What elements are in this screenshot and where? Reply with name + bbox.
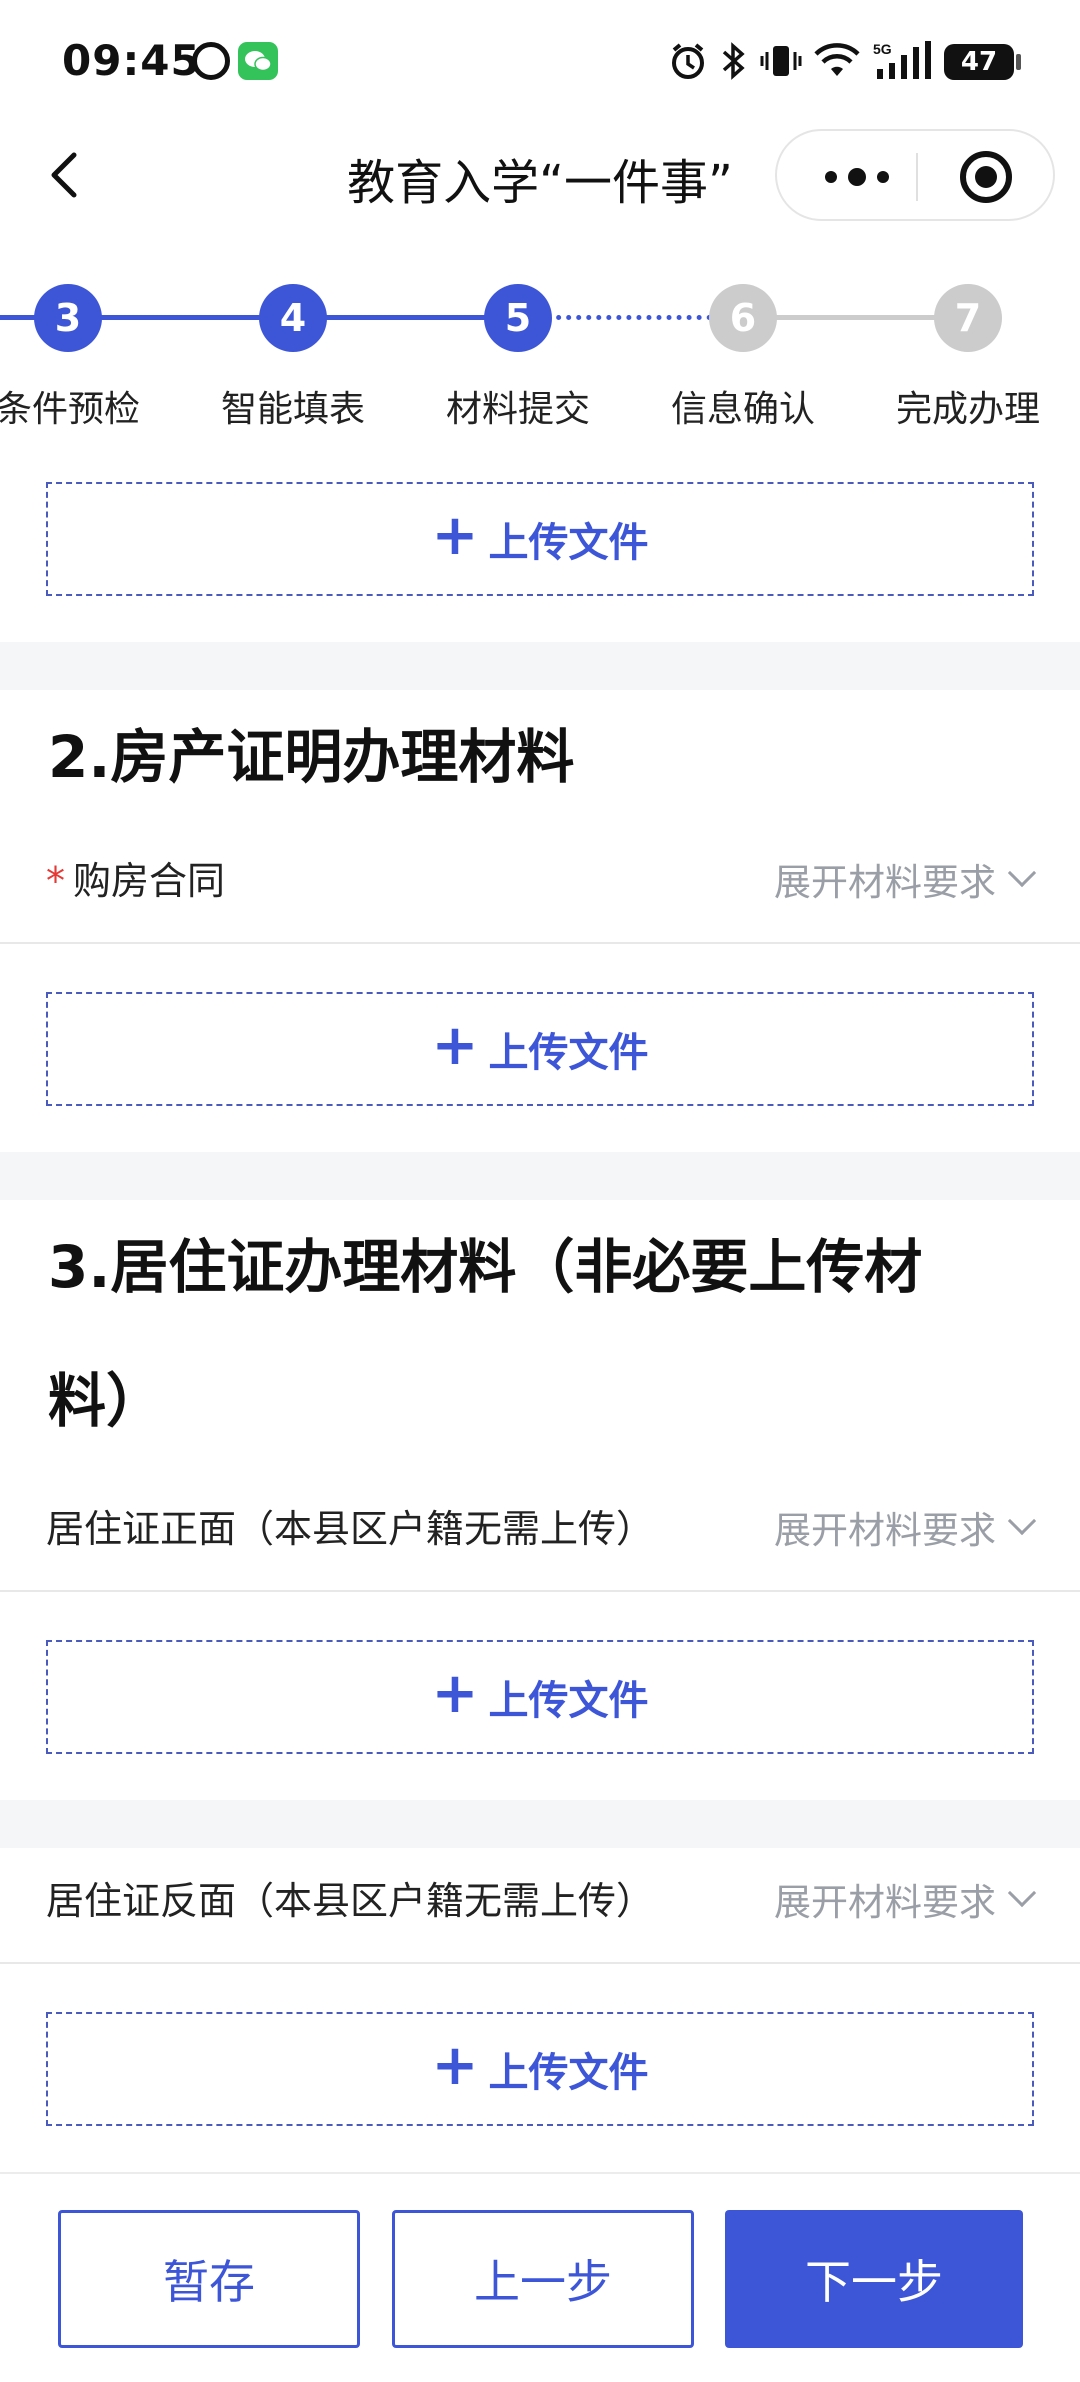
step-3-circle: 3 bbox=[34, 284, 102, 352]
material-item-purchase-contract: * 购房合同 展开材料要求 bbox=[0, 840, 1080, 920]
upload-label: 上传文件 bbox=[488, 520, 649, 566]
expand-requirements-button[interactable]: 展开材料要求 bbox=[774, 852, 1037, 906]
more-button[interactable] bbox=[817, 157, 897, 197]
wechat-icon bbox=[238, 42, 278, 80]
upload-label: 上传文件 bbox=[488, 1030, 649, 1076]
step-progress: 3 4 5 6 7 条件预检 智能填表 材料提交 信息确认 完成办理 bbox=[0, 280, 1080, 440]
step-3-label: 条件预检 bbox=[0, 389, 140, 430]
step-6-label: 信息确认 bbox=[670, 389, 815, 430]
wifi-icon bbox=[812, 42, 862, 80]
step-7-circle: 7 bbox=[934, 284, 1002, 352]
save-draft-button[interactable]: 暂存 bbox=[58, 2210, 360, 2348]
upload-file-button[interactable]: + 上传文件 bbox=[46, 992, 1034, 1106]
material-item-residence-front: 居住证正面（本县区户籍无需上传） 展开材料要求 bbox=[0, 1488, 1080, 1568]
expand-requirements-button[interactable]: 展开材料要求 bbox=[774, 1872, 1037, 1926]
plus-icon: + bbox=[431, 1660, 479, 1726]
step-5-label: 材料提交 bbox=[445, 389, 590, 430]
required-star: * bbox=[46, 859, 65, 903]
divider bbox=[0, 942, 1080, 944]
upload-file-button[interactable]: + 上传文件 bbox=[46, 482, 1034, 596]
plus-icon: + bbox=[431, 2032, 479, 2098]
alarm-icon bbox=[668, 42, 708, 80]
section-gap bbox=[0, 1800, 1080, 1848]
upload-label: 上传文件 bbox=[488, 2050, 649, 2096]
hearing-icon bbox=[192, 42, 230, 80]
battery-tip bbox=[1016, 54, 1021, 70]
step-7-label: 完成办理 bbox=[895, 389, 1040, 430]
next-step-button[interactable]: 下一步 bbox=[725, 2210, 1023, 2348]
expand-requirements-button[interactable]: 展开材料要求 bbox=[774, 1500, 1037, 1554]
section-title-line1: 3.居住证办理材料（非必要上传材 bbox=[48, 1233, 923, 1301]
step-5-circle: 5 bbox=[484, 284, 552, 352]
upload-label: 上传文件 bbox=[488, 1678, 649, 1724]
status-bar: 09:45 5G 47 bbox=[0, 0, 1080, 125]
section-title: 2.房产证明办理材料 bbox=[48, 723, 575, 791]
chevron-down-icon bbox=[1007, 1878, 1037, 1908]
material-label: 居住证正面（本县区户籍无需上传） bbox=[46, 1507, 655, 1551]
vibrate-icon bbox=[758, 42, 804, 80]
bluetooth-icon bbox=[718, 42, 748, 80]
section-gap bbox=[0, 1152, 1080, 1200]
plus-icon: + bbox=[431, 1012, 479, 1078]
step-6-circle: 6 bbox=[709, 284, 777, 352]
navigation-bar: 教育入学“一件事” bbox=[0, 125, 1080, 225]
expand-label: 展开材料要求 bbox=[774, 1509, 996, 1552]
material-label-text: 购房合同 bbox=[73, 859, 226, 903]
chevron-left-icon bbox=[51, 152, 77, 198]
expand-label: 展开材料要求 bbox=[774, 1881, 996, 1924]
divider bbox=[0, 1962, 1080, 1964]
divider bbox=[0, 1590, 1080, 1592]
clock: 09:45 bbox=[62, 36, 201, 85]
material-item-residence-back: 居住证反面（本县区户籍无需上传） 展开材料要求 bbox=[0, 1860, 1080, 1940]
battery-indicator: 47 bbox=[944, 44, 1014, 80]
upload-file-button[interactable]: + 上传文件 bbox=[46, 2012, 1034, 2126]
capsule-divider bbox=[916, 153, 918, 201]
miniprogram-capsule bbox=[775, 129, 1055, 221]
expand-label: 展开材料要求 bbox=[774, 861, 996, 904]
plus-icon: + bbox=[431, 502, 479, 568]
section-gap bbox=[0, 642, 1080, 690]
signal-icon: 5G bbox=[872, 41, 934, 80]
step-4-label: 智能填表 bbox=[220, 389, 365, 430]
svg-text:5G: 5G bbox=[873, 41, 892, 57]
chevron-down-icon bbox=[1007, 1506, 1037, 1536]
previous-step-button[interactable]: 上一步 bbox=[392, 2210, 694, 2348]
more-dots-icon bbox=[825, 168, 889, 186]
upload-file-button[interactable]: + 上传文件 bbox=[46, 1640, 1034, 1754]
material-label: 居住证反面（本县区户籍无需上传） bbox=[46, 1879, 655, 1923]
back-button[interactable] bbox=[40, 147, 96, 203]
page-title: 教育入学“一件事” bbox=[347, 155, 733, 211]
close-miniprogram-button[interactable] bbox=[960, 151, 1012, 203]
chevron-down-icon bbox=[1007, 858, 1037, 888]
section-title-line2: 料） bbox=[48, 1367, 165, 1435]
step-4-circle: 4 bbox=[259, 284, 327, 352]
bottom-action-bar: 暂存 上一步 下一步 bbox=[0, 2172, 1080, 2382]
material-label: * 购房合同 bbox=[46, 850, 225, 905]
